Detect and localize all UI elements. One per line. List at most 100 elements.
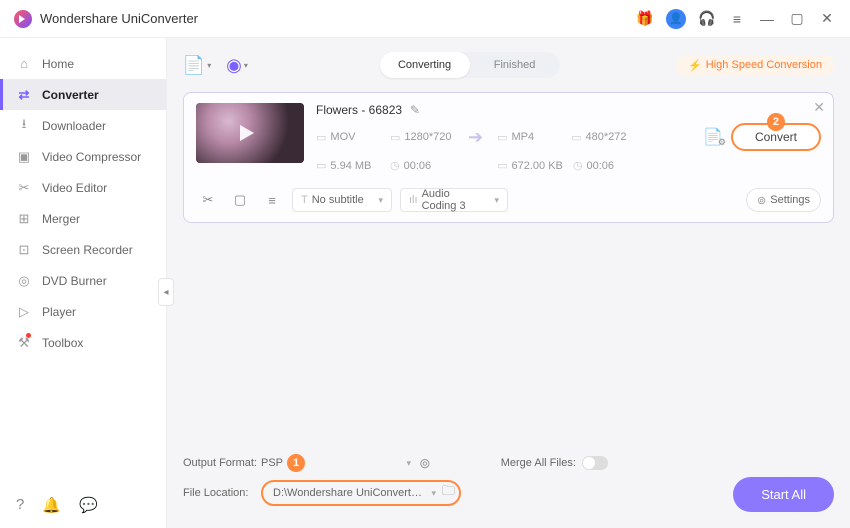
format-settings-icon[interactable]: ⊚ — [419, 455, 431, 472]
maximize-icon[interactable]: ▢ — [788, 10, 806, 28]
arrow-right-icon: ➔ — [468, 127, 483, 148]
file-location-label: File Location: — [183, 487, 261, 499]
close-icon[interactable]: ✕ — [818, 10, 836, 28]
output-format-select[interactable]: PSP 1 ▾ — [261, 454, 411, 472]
sidebar-item-recorder[interactable]: ⊡ Screen Recorder — [0, 234, 166, 265]
dst-size: 672.00 KB — [512, 160, 563, 172]
recorder-icon: ⊡ — [16, 242, 32, 258]
main-panel: 📄▾ ◉▾ Converting Finished High Speed Con… — [167, 38, 850, 528]
sidebar-item-label: DVD Burner — [42, 274, 107, 288]
trim-icon[interactable]: ✂ — [196, 188, 220, 212]
src-size: 5.94 MB — [330, 160, 371, 172]
converter-icon: ⇄ — [16, 87, 32, 103]
sidebar-item-label: Merger — [42, 212, 80, 226]
sidebar-item-label: Converter — [42, 88, 99, 102]
dst-resolution: 480*272 — [586, 131, 627, 143]
sidebar: ⌂ Home ⇄ Converter ⭳ Downloader ▣ Video Comp… — [0, 38, 167, 528]
output-format-label: Output Format: — [183, 457, 261, 469]
format-icon: ▭ — [497, 131, 507, 144]
notification-icon[interactable]: 🔔 — [42, 496, 61, 514]
file-settings-button[interactable]: Settings — [746, 188, 821, 212]
crop-icon[interactable]: ▢ — [228, 188, 252, 212]
compressor-icon: ▣ — [16, 149, 32, 165]
home-icon: ⌂ — [16, 56, 32, 71]
player-icon: ▷ — [16, 304, 32, 320]
titlebar: Wondershare UniConverter 🎁 👤 🎧 ≡ — ▢ ✕ — [0, 0, 850, 38]
resolution-icon: ▭ — [571, 131, 581, 144]
sidebar-item-label: Video Editor — [42, 181, 107, 195]
dst-format: MP4 — [512, 131, 535, 143]
downloader-icon: ⭳ — [16, 115, 32, 137]
add-file-icon: 📄 — [183, 55, 205, 76]
add-file-button[interactable]: 📄▾ — [183, 51, 211, 79]
subtitle-icon: T — [301, 194, 308, 206]
settings-label: Settings — [770, 194, 810, 206]
help-icon[interactable]: ? — [16, 496, 24, 514]
support-icon[interactable]: 🎧 — [698, 10, 716, 28]
sidebar-item-label: Home — [42, 57, 74, 71]
sidebar-item-player[interactable]: ▷Player — [0, 296, 166, 327]
merge-toggle[interactable] — [582, 456, 608, 470]
sidebar-item-toolbox[interactable]: ⚒Toolbox — [0, 327, 166, 358]
remove-file-icon[interactable]: ✕ — [813, 99, 825, 116]
chevron-down-icon: ▾ — [207, 61, 211, 70]
open-folder-icon[interactable]: 🗀 — [442, 482, 455, 504]
merge-label: Merge All Files: — [501, 457, 576, 469]
feedback-icon[interactable]: 💬 — [79, 496, 98, 514]
duration-icon: ◷ — [390, 159, 400, 172]
src-duration: 00:06 — [404, 160, 432, 172]
new-dot-icon — [26, 333, 31, 338]
sidebar-item-dvd[interactable]: ◎ DVD Burner — [0, 265, 166, 296]
app-title: Wondershare UniConverter — [40, 11, 198, 26]
src-resolution: 1280*720 — [404, 131, 451, 143]
tab-converting[interactable]: Converting — [380, 52, 470, 78]
sidebar-item-merger[interactable]: ⊞ Merger — [0, 203, 166, 234]
effects-icon[interactable]: ≡ — [260, 188, 284, 212]
minimize-icon[interactable]: — — [758, 10, 776, 28]
step-badge-2: 2 — [767, 113, 785, 131]
start-all-button[interactable]: Start All — [733, 477, 834, 512]
audio-select[interactable]: ılı Audio Coding 3▾ — [400, 188, 508, 212]
editor-icon: ✂ — [16, 180, 32, 196]
sidebar-item-editor[interactable]: ✂ Video Editor — [0, 172, 166, 203]
menu-icon[interactable]: ≡ — [728, 10, 746, 28]
audio-icon: ılı — [409, 194, 418, 206]
sidebar-item-label: Screen Recorder — [42, 243, 133, 257]
convert-button[interactable]: 2 Convert — [731, 123, 821, 151]
sidebar-item-downloader[interactable]: ⭳ Downloader — [0, 110, 166, 141]
rename-icon[interactable]: ✎ — [410, 103, 420, 117]
sidebar-item-compressor[interactable]: ▣ Video Compressor — [0, 141, 166, 172]
app-logo-icon — [14, 10, 32, 28]
chevron-down-icon: ▾ — [431, 488, 436, 499]
size-icon: ▭ — [497, 159, 507, 172]
video-thumbnail[interactable] — [196, 103, 304, 163]
add-dvd-icon: ◉ — [226, 55, 242, 76]
chevron-down-icon: ▾ — [370, 195, 383, 206]
convert-button-label: Convert — [755, 130, 797, 144]
tab-finished[interactable]: Finished — [470, 52, 560, 78]
dst-duration: 00:06 — [586, 160, 614, 172]
file-card: ✕ Flowers - 66823✎ ▭MOV ▭1280*720 ➔ ▭MP4… — [183, 92, 834, 223]
subtitle-select[interactable]: TNo subtitle▾ — [292, 188, 392, 212]
user-avatar-icon[interactable]: 👤 — [666, 9, 686, 29]
chevron-down-icon: ▾ — [486, 195, 499, 206]
high-speed-badge[interactable]: High Speed Conversion — [676, 55, 834, 76]
status-tabs: Converting Finished — [380, 52, 560, 78]
sidebar-item-label: Video Compressor — [42, 150, 141, 164]
file-name: Flowers - 66823 — [316, 103, 402, 117]
dvd-icon: ◎ — [16, 273, 32, 289]
audio-value: Audio Coding 3 — [422, 188, 487, 212]
size-icon: ▭ — [316, 159, 326, 172]
output-format-value: PSP — [261, 457, 283, 469]
sidebar-item-home[interactable]: ⌂ Home — [0, 48, 166, 79]
file-location-select[interactable]: D:\Wondershare UniConverter 1 ▾ 🗀 — [261, 480, 461, 506]
sidebar-item-converter[interactable]: ⇄ Converter — [0, 79, 166, 110]
merger-icon: ⊞ — [16, 211, 32, 227]
output-settings-icon[interactable]: 📄 — [703, 127, 723, 147]
add-dvd-button[interactable]: ◉▾ — [223, 51, 251, 79]
file-location-value: D:\Wondershare UniConverter 1 — [273, 487, 425, 499]
chevron-down-icon: ▾ — [244, 61, 248, 70]
sidebar-item-label: Downloader — [42, 119, 106, 133]
gift-icon[interactable]: 🎁 — [636, 10, 654, 28]
step-badge-1: 1 — [287, 454, 305, 472]
